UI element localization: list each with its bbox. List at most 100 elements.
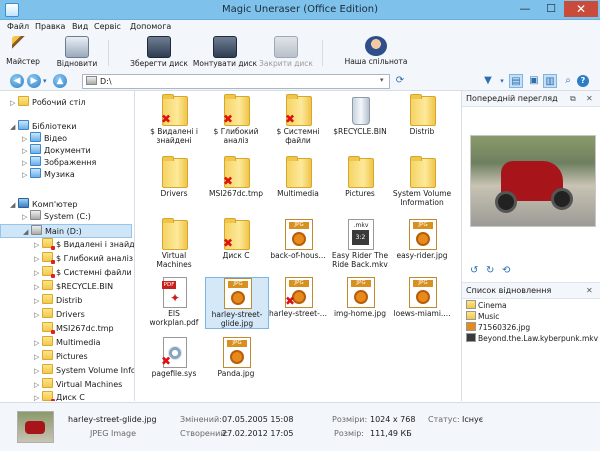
close-button[interactable]: ✕ — [564, 1, 598, 17]
file-name: MSI267dc.tmp — [208, 189, 264, 198]
path-field[interactable]: D:\ — [82, 74, 390, 89]
recovery-close-icon[interactable]: ✕ — [586, 283, 593, 298]
view-save-icon[interactable]: ▣ — [527, 74, 541, 88]
refresh-preview-icon[interactable]: ⟲ — [502, 265, 510, 276]
tree-item[interactable]: ▷ Диск С — [0, 391, 130, 401]
tree-item[interactable]: ▷ Відео — [0, 132, 130, 144]
file-item[interactable]: ✖ $ Видалені і знайдені — [143, 94, 205, 145]
tree-item[interactable]: ▷ Virtual Machines — [0, 378, 130, 390]
file-item[interactable]: Distrib — [391, 94, 453, 136]
tree-item[interactable]: ◢ Бібліотеки — [0, 120, 130, 132]
expand-arrow-icon[interactable]: ▷ — [34, 351, 42, 363]
menu-service[interactable]: Сервіс — [94, 22, 121, 31]
up-arrow-icon[interactable]: ▲ — [53, 74, 67, 88]
tree-item[interactable]: ▷ Distrib — [0, 294, 130, 306]
file-item[interactable]: JPG harley-street-glide.jpg — [205, 277, 269, 329]
tree-item[interactable]: MSI267dc.tmp — [0, 322, 130, 334]
file-item[interactable]: JPG back-of-hous... — [267, 219, 329, 260]
mount-disk-button[interactable]: Монтувати диск — [192, 36, 258, 70]
tree-item[interactable]: ▷ $ Видалені і знайде — [0, 238, 134, 251]
wizard-button[interactable]: Майстер — [2, 36, 44, 70]
recovery-item[interactable]: Beyond.the.Law.kyberpunk.mkv — [466, 333, 598, 344]
status-thumbnail — [17, 411, 54, 443]
tree-item[interactable]: ◢ Main (D:) — [0, 224, 132, 238]
recovery-item[interactable]: 71560326.jpg — [466, 322, 530, 333]
file-item[interactable]: JPG img-home.jpg — [329, 277, 391, 318]
preview-pin-icon[interactable]: ⧉ — [570, 91, 576, 106]
expand-arrow-icon[interactable]: ▷ — [34, 253, 42, 265]
restore-button[interactable]: Відновити — [52, 36, 102, 70]
file-item[interactable]: .mkv 3:2 Easy Rider The Ride Back.mkv — [329, 219, 391, 269]
file-item[interactable]: ✖ Диск С — [205, 218, 267, 260]
tree-item[interactable]: ▷ Документи — [0, 144, 130, 156]
tree-item[interactable]: ▷ Pictures — [0, 350, 130, 362]
expand-arrow-icon[interactable]: ▷ — [34, 267, 42, 279]
file-item[interactable]: ✖ pagefile.sys — [143, 337, 205, 378]
tree-item[interactable]: ▷ Multimedia — [0, 336, 130, 348]
tree-item[interactable]: ▷ Drivers — [0, 308, 130, 320]
file-item[interactable]: Pictures — [329, 156, 391, 198]
file-item[interactable]: ✖ $ Системні файли — [267, 94, 329, 145]
community-button[interactable]: Наша спільнота — [340, 36, 412, 70]
menu-edit[interactable]: Правка — [35, 22, 65, 31]
tree-item[interactable]: ▷ System (C:) — [0, 210, 130, 222]
path-dropdown-icon[interactable]: ▾ — [380, 76, 384, 84]
filter-dropdown-icon[interactable]: ▾ — [495, 74, 509, 88]
tree-item[interactable]: ▷ Музика — [0, 168, 130, 180]
back-arrow-icon[interactable]: ◀ — [10, 74, 24, 88]
expand-arrow-icon[interactable]: ▷ — [34, 365, 42, 377]
file-item[interactable]: JPG ✖ harley-street-... — [267, 277, 329, 318]
tree-item[interactable]: ▷ $RECYCLE.BIN — [0, 280, 130, 292]
deleted-mark-icon: ✖ — [161, 354, 172, 368]
preview-close-icon[interactable]: ✕ — [586, 91, 593, 106]
expand-arrow-icon[interactable]: ◢ — [23, 226, 31, 238]
help-icon[interactable]: ? — [577, 75, 589, 87]
minimize-button[interactable]: — — [512, 1, 538, 17]
save-disk-button[interactable]: Зберегти диск — [126, 36, 192, 70]
search-icon[interactable]: ⌕ — [561, 74, 575, 88]
expand-arrow-icon[interactable]: ▷ — [34, 281, 42, 293]
file-item[interactable]: JPG Panda.jpg — [205, 337, 267, 378]
expand-arrow-icon[interactable]: ▷ — [34, 379, 42, 391]
recovery-item[interactable]: Music — [466, 311, 499, 322]
file-item[interactable]: System Volume Information — [391, 156, 453, 207]
tree-item[interactable]: ▷ $ Глибокий аналіз — [0, 252, 133, 265]
forward-arrow-icon[interactable]: ▶ — [27, 74, 41, 88]
expand-arrow-icon[interactable]: ▷ — [34, 309, 42, 321]
file-item[interactable]: Multimedia — [267, 156, 329, 198]
tree-item[interactable]: ▷ System Volume Info — [0, 364, 134, 377]
expand-arrow-icon[interactable]: ▷ — [34, 392, 42, 401]
expand-arrow-icon[interactable]: ▷ — [22, 211, 30, 223]
tree-item[interactable]: ◢ Комп'ютер — [0, 198, 130, 210]
refresh-icon[interactable]: ⟳ — [393, 74, 407, 88]
view-tree-icon[interactable]: ▤ — [509, 74, 523, 88]
tree-item[interactable]: ▷ $ Системні файли — [0, 266, 132, 279]
file-item[interactable]: JPG easy-rider.jpg — [391, 219, 453, 260]
expand-arrow-icon[interactable]: ▷ — [34, 337, 42, 349]
file-item[interactable]: $RECYCLE.BIN — [329, 95, 391, 136]
close-disk-button[interactable]: Закрити диск — [256, 36, 316, 70]
file-item[interactable]: Virtual Machines — [143, 218, 205, 269]
view-preview-icon[interactable]: ▥ — [543, 74, 557, 88]
created-label: Створений: — [180, 429, 229, 438]
file-item[interactable]: ✖ $ Глибокий аналіз — [205, 94, 267, 145]
expand-arrow-icon[interactable]: ▷ — [10, 97, 18, 109]
tree-item[interactable]: ▷ Зображення — [0, 156, 130, 168]
file-item[interactable]: PDF ✦ EIS workplan.pdf — [143, 277, 205, 327]
tree-item[interactable]: ▷ Робочий стіл — [0, 96, 130, 108]
recovery-item[interactable]: Cinema — [466, 300, 507, 311]
history-dropdown-icon[interactable]: ▾ — [43, 77, 47, 85]
filter-icon[interactable]: ▼ — [481, 74, 495, 88]
rotate-right-icon[interactable]: ↻ — [486, 265, 494, 276]
menu-file[interactable]: Файл — [7, 22, 29, 31]
expand-arrow-icon[interactable]: ▷ — [34, 295, 42, 307]
menu-help[interactable]: Допомога — [130, 22, 171, 31]
expand-arrow-icon[interactable]: ▷ — [22, 169, 30, 181]
maximize-button[interactable]: ☐ — [538, 1, 564, 17]
rotate-left-icon[interactable]: ↺ — [470, 265, 478, 276]
file-item[interactable]: ✖ MSI267dc.tmp — [205, 156, 267, 198]
file-item[interactable]: JPG loews-miami.... — [391, 277, 453, 318]
expand-arrow-icon[interactable]: ▷ — [34, 239, 42, 251]
file-item[interactable]: Drivers — [143, 156, 205, 198]
menu-view[interactable]: Вид — [72, 22, 88, 31]
